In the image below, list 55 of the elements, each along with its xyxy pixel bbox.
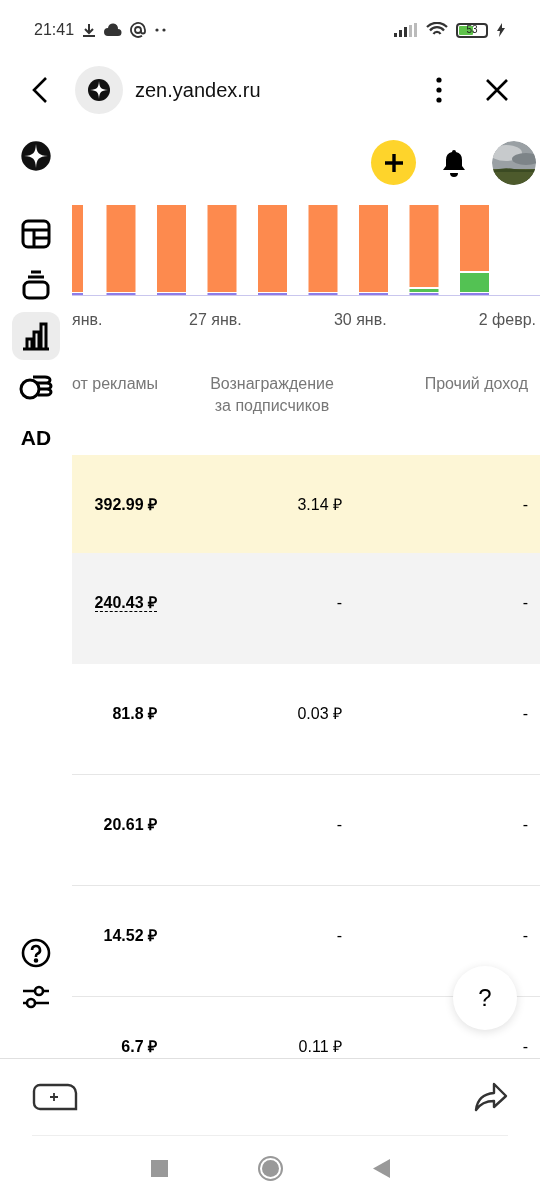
settings-icon[interactable]	[21, 984, 51, 1010]
column-header: Прочий доход	[424, 375, 528, 392]
close-icon[interactable]	[486, 79, 508, 101]
table-cell: -	[522, 594, 528, 611]
table-cell: 6.7 ₽	[121, 1038, 157, 1055]
logo-icon[interactable]	[20, 140, 52, 172]
back-button[interactable]	[372, 1158, 390, 1178]
table-cell: -	[522, 496, 528, 513]
table-cell: 240.43 ₽	[94, 594, 157, 612]
new-tab-icon[interactable]	[32, 1083, 78, 1111]
charging-icon	[496, 23, 506, 37]
back-icon[interactable]	[30, 76, 50, 104]
wifi-icon	[426, 22, 448, 38]
table-cell: -	[336, 594, 342, 611]
table-cell: -	[522, 1038, 528, 1055]
ad-tab[interactable]: AD	[12, 414, 60, 462]
url-text: zen.yandex.ru	[135, 78, 261, 103]
axis-label: 30 янв.	[333, 310, 388, 330]
clock: 21:41	[34, 20, 75, 40]
signal-icon	[394, 23, 418, 37]
table-cell: 14.52 ₽	[103, 927, 157, 944]
table-cell: 392.99 ₽	[94, 496, 157, 513]
download-icon	[82, 23, 97, 37]
table-row[interactable]: 240.43 ₽ - -	[72, 553, 540, 664]
axis-label: 2 февр.	[478, 310, 537, 330]
table-cell: 81.8 ₽	[112, 705, 157, 722]
bell-icon[interactable]	[442, 148, 466, 177]
table-cell: -	[336, 927, 342, 944]
menu-icon[interactable]	[436, 77, 442, 103]
plus-icon	[383, 152, 404, 173]
table-cell: -	[522, 816, 528, 833]
table-cell: -	[522, 927, 528, 944]
bar-chart-icon[interactable]	[12, 312, 60, 360]
table-cell: -	[522, 705, 528, 722]
table-row[interactable]: 392.99 ₽ 3.14 ₽ -	[72, 455, 540, 553]
column-header: от рекламы	[72, 375, 159, 392]
table-cell: -	[336, 816, 342, 833]
table-row[interactable]: 20.61 ₽ - -	[72, 775, 540, 886]
help-icon[interactable]	[21, 938, 51, 968]
at-icon	[130, 22, 147, 38]
add-button[interactable]	[371, 140, 416, 185]
table-cell: 0.11 ₽	[298, 1038, 342, 1055]
axis-label: янв.	[72, 310, 104, 330]
table-cell: 0.03 ₽	[297, 705, 342, 722]
recents-button[interactable]	[150, 1159, 168, 1177]
home-button[interactable]	[257, 1155, 283, 1181]
column-header: Вознаграждение за подписчиков	[209, 374, 335, 416]
table-cell: 20.61 ₽	[103, 816, 157, 833]
cloud-icon	[104, 23, 123, 37]
share-icon[interactable]	[474, 1082, 508, 1112]
site-icon	[75, 66, 123, 114]
help-button[interactable]: ?	[453, 966, 517, 1030]
table-cell: 3.14 ₽	[297, 496, 342, 513]
axis-label: 27 янв.	[189, 310, 243, 330]
table-row[interactable]: 81.8 ₽ 0.03 ₽ -	[72, 664, 540, 775]
